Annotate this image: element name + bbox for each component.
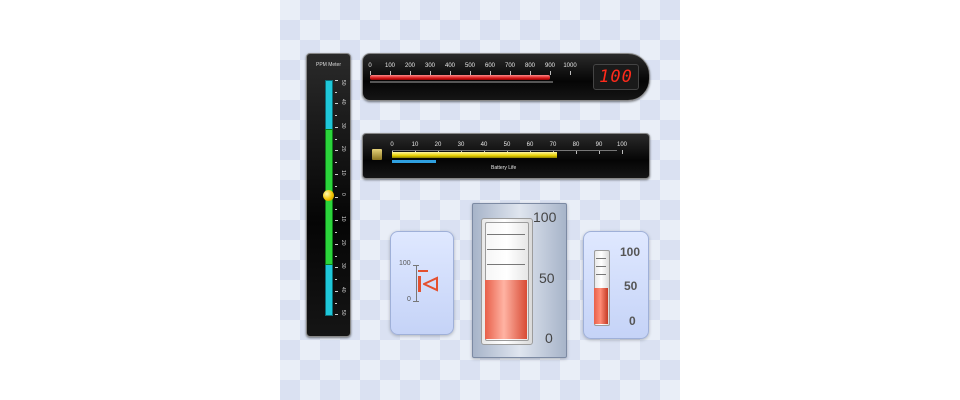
ppm-meter-tick xyxy=(335,220,338,221)
red-gauge-tick-label: 0 xyxy=(368,63,372,69)
ppm-meter-minor-tick xyxy=(335,209,337,210)
ppm-meter-minor-tick xyxy=(335,139,337,140)
red-gauge-tick-label: 1000 xyxy=(563,63,577,69)
ppm-meter-tick-label: 20 xyxy=(340,240,346,246)
ppm-meter-tick xyxy=(335,80,338,81)
ppm-meter-minor-tick xyxy=(335,279,337,280)
ppm-meter-marker[interactable] xyxy=(323,190,334,201)
ppm-meter-tick xyxy=(335,244,338,245)
battery-gauge-tick-label: 60 xyxy=(526,142,534,148)
red-gauge-digital-readout: 100 xyxy=(593,64,639,90)
tube-gauge-label-mid: 50 xyxy=(539,270,555,286)
red-gauge-tick-label: 600 xyxy=(484,63,496,69)
thermometer-gauge-tick xyxy=(596,266,606,267)
ppm-meter-tick xyxy=(335,127,338,128)
ppm-meter-minor-tick xyxy=(335,256,337,257)
ppm-meter-scale: 50 40 30 20 10 0 10 20 30 40 50 xyxy=(335,80,347,316)
ppm-meter-tick-label: 0 xyxy=(340,193,346,196)
pointer-gauge-card: 100 0 xyxy=(390,231,454,335)
ppm-meter-minor-tick xyxy=(335,303,337,304)
battery-gauge-tick-label: 10 xyxy=(411,142,419,148)
battery-gauge-secondary-bar xyxy=(392,160,436,163)
thermometer-gauge-card: 100 50 0 xyxy=(583,231,649,339)
thermometer-gauge-tick xyxy=(596,258,606,259)
red-gauge-tick-label: 100 xyxy=(384,63,396,69)
red-gauge-tick-label: 400 xyxy=(444,63,456,69)
red-gauge-bar xyxy=(370,75,550,80)
tube-gauge-tick xyxy=(487,234,525,235)
red-gauge-tick-label: 500 xyxy=(464,63,476,69)
ppm-meter-tick-label: 10 xyxy=(340,216,346,222)
red-gauge-scale: 0 100 200 300 400 500 600 700 800 900 1000 xyxy=(368,63,577,75)
ppm-meter-minor-tick xyxy=(335,115,337,116)
tube-gauge-fill xyxy=(485,280,527,339)
battery-gauge-tick-label: 100 xyxy=(616,142,628,148)
battery-gauge-label: Battery Life xyxy=(491,165,517,171)
red-gauge-tick-label: 200 xyxy=(404,63,416,69)
pointer-gauge-upper-mark xyxy=(418,270,428,272)
red-gauge-tick-label: 900 xyxy=(544,63,556,69)
pointer-gauge-label-min: 0 xyxy=(407,296,411,303)
ppm-meter-tick-label: 50 xyxy=(340,80,346,86)
ppm-meter-tick-label: 40 xyxy=(340,287,346,293)
battery-gauge-tick-label: 20 xyxy=(434,142,442,148)
thermometer-gauge-label-mid: 50 xyxy=(624,279,638,293)
thermometer-gauge-label-max: 100 xyxy=(620,245,641,259)
ppm-meter-tick xyxy=(335,150,338,151)
pointer-gauge-axis xyxy=(416,265,417,301)
red-gauge-tick-label: 300 xyxy=(424,63,436,69)
ppm-meter-tick-label: 30 xyxy=(340,263,346,269)
red-gauge-tick xyxy=(570,71,571,75)
battery-gauge-tick-label: 90 xyxy=(595,142,603,148)
battery-gauge-tick-label: 0 xyxy=(390,142,394,148)
tube-gauge-tick xyxy=(487,249,525,250)
red-gauge-rail xyxy=(370,81,553,83)
battery-gauge-tick-label: 40 xyxy=(480,142,488,148)
ppm-meter-minor-tick xyxy=(335,186,337,187)
battery-gauge-rail xyxy=(392,150,617,151)
battery-gauge-tick-label: 50 xyxy=(503,142,511,148)
pointer-gauge-tick xyxy=(413,301,419,302)
tube-gauge-label-min: 0 xyxy=(545,330,553,346)
ppm-meter-tick-label: 10 xyxy=(340,170,346,176)
battery-gauge-tick xyxy=(622,150,623,154)
ppm-meter-tick xyxy=(335,174,338,175)
red-gauge-tick-label: 700 xyxy=(504,63,516,69)
thermometer-gauge-fill xyxy=(594,288,608,324)
pointer-gauge-triangle-icon[interactable] xyxy=(423,276,439,292)
ppm-meter-tick xyxy=(335,197,338,198)
ppm-meter-tick xyxy=(335,314,338,315)
battery-gauge-tick-label: 80 xyxy=(572,142,580,148)
ppm-meter-minor-tick xyxy=(335,232,337,233)
tube-gauge-label-max: 100 xyxy=(533,209,557,225)
ppm-meter-tick xyxy=(335,291,338,292)
ppm-meter-tick xyxy=(335,267,338,268)
battery-gauge-bar xyxy=(392,152,557,158)
ppm-meter-tick xyxy=(335,103,338,104)
ppm-meter: PPM Meter 50 40 30 20 10 0 10 20 30 40 50 xyxy=(306,53,351,337)
thermometer-gauge-label-min: 0 xyxy=(629,314,636,328)
battery-life-gauge: 0 10 20 30 40 50 60 70 80 90 100 Battery Life xyxy=(362,133,650,179)
red-linear-gauge: 0 100 200 300 400 500 600 700 800 900 1000 100 xyxy=(362,53,650,101)
pointer-gauge-bar xyxy=(418,276,421,292)
ppm-meter-minor-tick xyxy=(335,92,337,93)
pointer-gauge-tick xyxy=(413,265,419,266)
tube-gauge-card: 100 50 0 xyxy=(472,203,567,358)
tube-gauge-tick xyxy=(487,264,525,265)
thermometer-gauge-tick xyxy=(596,274,606,275)
battery-gauge-tick-label: 30 xyxy=(457,142,465,148)
ppm-meter-tick-label: 30 xyxy=(340,123,346,129)
ppm-meter-title: PPM Meter xyxy=(315,62,341,68)
red-gauge-tick-label: 800 xyxy=(524,63,536,69)
pointer-gauge-label-max: 100 xyxy=(399,260,411,267)
ppm-meter-tick-label: 50 xyxy=(340,310,346,316)
ppm-meter-minor-tick xyxy=(335,162,337,163)
battery-gauge-tick-label: 70 xyxy=(549,142,557,148)
red-gauge-tick xyxy=(550,71,551,75)
battery-icon xyxy=(372,149,382,160)
ppm-meter-tick-label: 40 xyxy=(340,99,346,105)
ppm-meter-tick-label: 20 xyxy=(340,146,346,152)
